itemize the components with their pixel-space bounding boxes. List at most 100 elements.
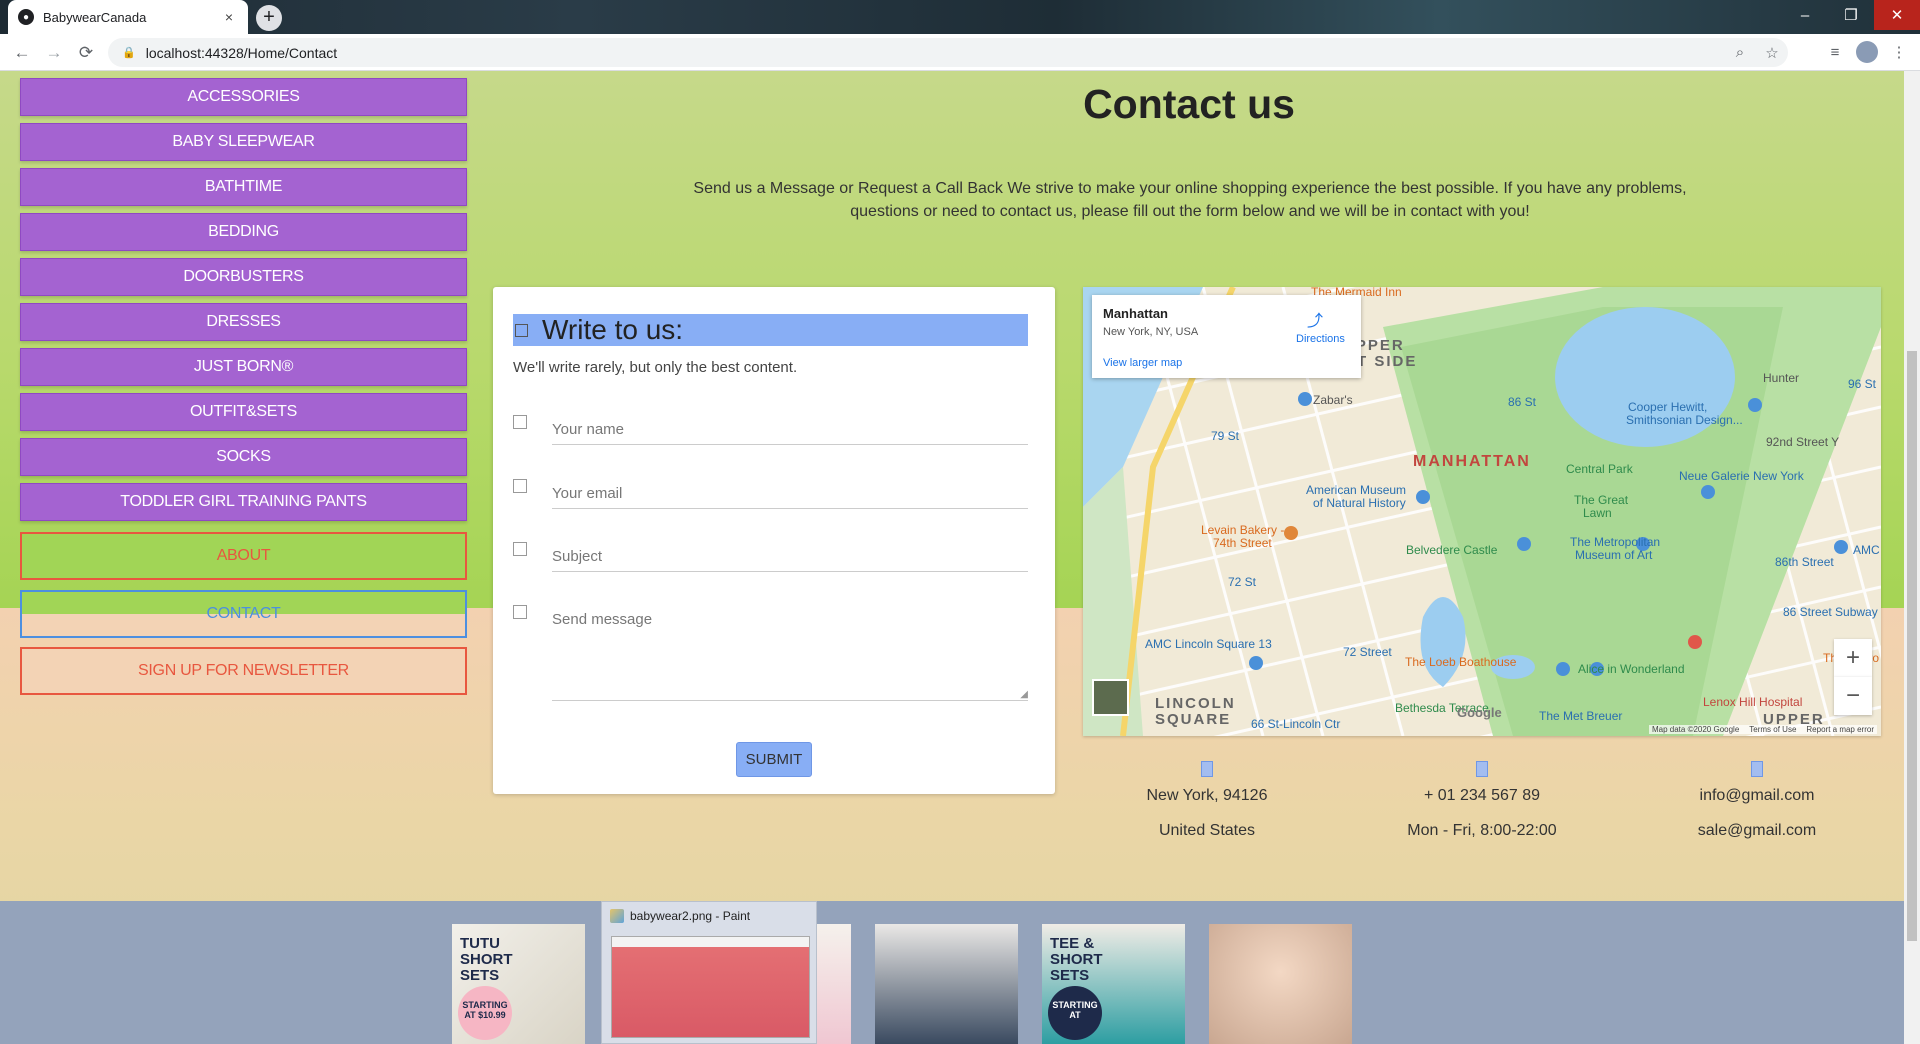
toolbar-right: ≡ ⋮ [1824,41,1910,63]
back-icon[interactable]: ← [10,41,34,65]
email-icon [1751,761,1763,777]
preview-title-text: babywear2.png - Paint [630,909,751,923]
menu-icon[interactable]: ⋮ [1888,43,1910,61]
map-label-86st: 86 St [1508,395,1537,409]
browser-tab[interactable]: ● BabywearCanada × [8,0,248,34]
google-map[interactable]: UPPER EST SIDE MANHATTAN LINCOLN SQUARE … [1083,287,1881,736]
map-zoom-out-button[interactable]: − [1834,677,1872,715]
phone-line-1: + 01 234 567 89 [1423,787,1541,804]
map-label-zabars: Zabar's [1313,393,1353,407]
url-text[interactable]: localhost:44328/Home/Contact [146,45,1724,61]
category-button-dresses[interactable]: DRESSES [20,303,467,341]
maximize-button[interactable]: ❐ [1828,0,1874,30]
bookmark-star-icon[interactable]: ☆ [1756,44,1788,62]
newsletter-signup-button[interactable]: SIGN UP FOR NEWSLETTER [20,647,467,695]
category-button-socks[interactable]: SOCKS [20,438,467,476]
category-button-baby-sleepwear[interactable]: BABY SLEEPWEAR [20,123,467,161]
browser-titlebar: ● BabywearCanada × + – ❐ ✕ [0,0,1920,34]
map-label-loeb: The Loeb Boathouse [1405,655,1517,669]
lock-icon: 🔒 [122,47,136,59]
map-label-alice: Alice in Wonderland [1578,662,1685,676]
phone-icon [1476,761,1488,777]
footer-image-strip: TUTU SHORT SETS STARTING AT $10.99 TEE &… [452,924,1352,1044]
form-title: Write to us: [542,314,684,345]
map-label-amnh-2: of Natural History [1313,496,1406,510]
tee-sets-badge: STARTING AT [1048,986,1102,1040]
category-button-doorbusters[interactable]: DOORBUSTERS [20,258,467,296]
zoom-icon[interactable]: ⌕ [1724,44,1756,61]
map-label-belvedere: Belvedere Castle [1406,543,1498,557]
browser-toolbar: ← → ⟳ 🔒 localhost:44328/Home/Contact ⌕ ☆… [0,34,1920,71]
map-data-text: Map data ©2020 Google [1651,725,1740,734]
name-input[interactable]: Your name [552,417,1028,445]
map-label-96-st: 96 St [1848,377,1877,391]
media-control-icon[interactable]: ≡ [1824,44,1846,61]
address-line-2: United States [1158,822,1256,839]
map-label-hunter: Hunter [1763,371,1800,385]
email-input[interactable]: Your email [552,481,1028,509]
phone-info: + 01 234 567 89 Mon - Fri, 8:00-22:00 [1362,761,1602,840]
forward-icon[interactable]: → [42,41,66,65]
page-scrollbar[interactable] [1904,71,1920,1044]
map-label-levain-1: Levain Bakery - [1201,523,1285,537]
address-info: New York, 94126 United States [1087,761,1327,840]
form-title-bar: Write to us: [513,314,1028,346]
view-larger-map-link[interactable]: View larger map [1103,357,1182,369]
category-button-outfit-sets[interactable]: OUTFIT&SETS [20,393,467,431]
minimize-button[interactable]: – [1782,0,1828,30]
baby-portrait-image[interactable] [1209,924,1352,1044]
address-line-1: New York, 94126 [1146,787,1268,804]
map-label-cooper-2: Smithsonian Design... [1626,413,1743,427]
map-label-lincoln: LINCOLN [1155,695,1236,712]
page-content: ACCESSORIES BABY SLEEPWEAR BATHTIME BEDD… [0,71,1904,1044]
map-label-great-lawn-1: The Great [1574,493,1629,507]
email-field-icon [513,479,527,493]
category-button-bathtime[interactable]: BATHTIME [20,168,467,206]
map-terms-link[interactable]: Terms of Use [1749,725,1796,734]
reload-icon[interactable]: ⟳ [74,41,98,65]
map-label-levain-2: 74th Street [1213,536,1272,550]
map-label-amc: AMC Lincoln Square 13 [1145,637,1272,651]
tutu-sets-image[interactable]: TUTU SHORT SETS STARTING AT $10.99 [452,924,585,1044]
tab-close-icon[interactable]: × [220,9,238,25]
map-report-error-link[interactable]: Report a map error [1806,725,1874,734]
category-button-toddler-training-pants[interactable]: TODDLER GIRL TRAINING PANTS [20,483,467,521]
map-satellite-toggle[interactable] [1092,679,1129,716]
directions-link[interactable]: Directions [1296,333,1345,345]
map-label-79st: 79 St [1211,429,1240,443]
profile-avatar[interactable] [1856,41,1878,63]
contact-button[interactable]: CONTACT [20,590,467,638]
taskbar-window-preview[interactable]: babywear2.png - Paint [601,901,817,1044]
message-textarea[interactable]: Send message ◢ [552,607,1028,701]
category-button-just-born[interactable]: JUST BORN® [20,348,467,386]
boy-piano-image[interactable] [875,924,1018,1044]
address-bar[interactable]: 🔒 localhost:44328/Home/Contact ⌕ ☆ [108,38,1788,67]
map-label-cooper-1: Cooper Hewitt, [1628,400,1708,414]
close-window-button[interactable]: ✕ [1874,0,1920,30]
map-label-72st: 72 St [1228,575,1257,589]
email-info: info@gmail.com sale@gmail.com [1637,761,1877,840]
map-label-met-1: The Metropolitan [1570,535,1661,549]
title-checkbox-icon [515,323,528,337]
map-label-manhattan: MANHATTAN [1413,453,1531,470]
about-button[interactable]: ABOUT [20,532,467,580]
tee-sets-image[interactable]: TEE & SHORT SETS STARTING AT [1042,924,1185,1044]
scrollbar-thumb[interactable] [1907,351,1917,941]
map-place-title: Manhattan [1103,306,1168,321]
submit-button[interactable]: SUBMIT [736,742,812,777]
category-button-accessories[interactable]: ACCESSORIES [20,78,467,116]
new-tab-button[interactable]: + [256,5,282,31]
intro-text: Send us a Message or Request a Call Back… [693,180,1687,220]
map-label-86-subway: 86 Street Subway [1783,605,1878,619]
contact-form-card: Write to us: We'll write rarely, but onl… [493,287,1055,794]
map-label-neue: Neue Galerie New York [1679,469,1804,483]
map-label-met-breuer: The Met Breuer [1539,709,1623,723]
map-zoom-in-button[interactable]: + [1834,639,1872,677]
category-button-bedding[interactable]: BEDDING [20,213,467,251]
subject-input[interactable]: Subject [552,544,1028,572]
page-title: Contact us [1083,81,1295,127]
email-line-1: info@gmail.com [1699,787,1815,804]
resize-handle-icon[interactable]: ◢ [1020,689,1028,700]
preview-title: babywear2.png - Paint [610,909,750,923]
directions-icon[interactable]: ⤴ [1305,307,1325,330]
